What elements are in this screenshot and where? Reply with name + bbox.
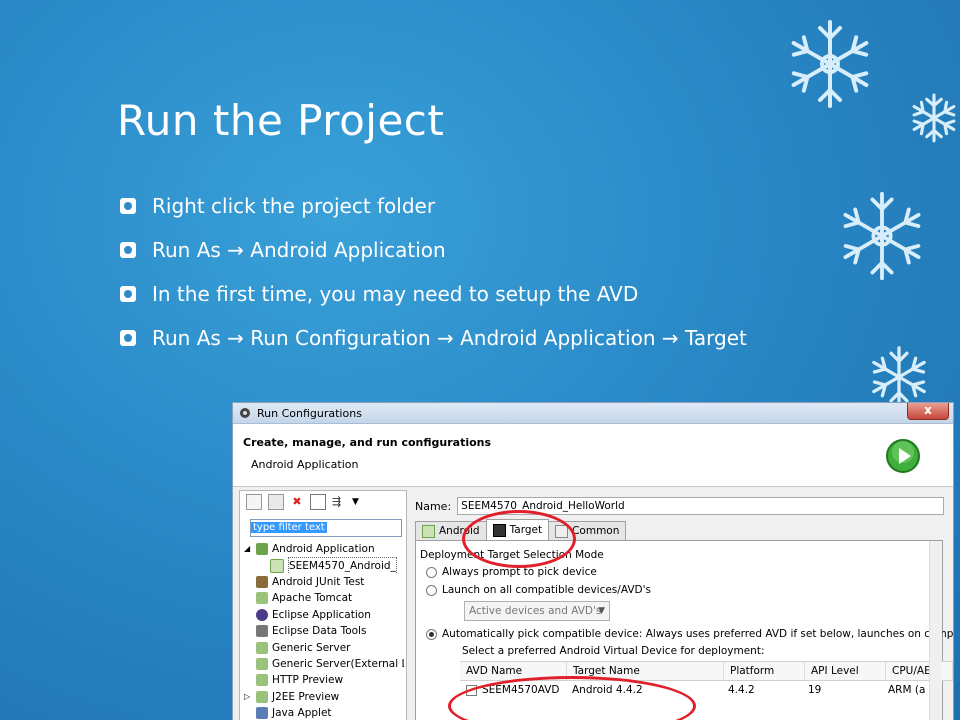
filter-text: type filter text	[251, 522, 327, 533]
bullet-item: In the first time, you may need to setup…	[118, 280, 818, 309]
database-icon	[256, 625, 268, 638]
dialog-header: Create, manage, and run configurations A…	[233, 424, 953, 487]
option-launch-all[interactable]: Launch on all compatible devices/AVD's	[426, 584, 651, 596]
bullet-item: Right click the project folder	[118, 192, 818, 221]
bullet-text: In the first time, you may need to setup…	[152, 282, 639, 306]
radio-button[interactable]	[426, 628, 437, 640]
run-configurations-dialog: Run Configurations x Create, manage, and…	[232, 402, 954, 720]
snowflake-icon	[838, 191, 926, 281]
radio-button[interactable]	[426, 584, 437, 596]
tree-item-label: J2EE Preview	[272, 690, 340, 703]
snowflake-icon	[908, 93, 960, 143]
bullet-text: Run As → Run Configuration → Android App…	[152, 326, 747, 350]
column-header[interactable]: API Level	[805, 662, 886, 680]
bullet-square-icon	[120, 242, 136, 258]
tree-item[interactable]: Android JUnit Test	[244, 574, 404, 590]
bullet-item: Run As → Android Application	[118, 236, 818, 265]
android-icon	[256, 543, 268, 556]
filter-input[interactable]: type filter text	[250, 519, 402, 537]
option-label: Automatically pick compatible device: Al…	[442, 628, 954, 640]
tree-item-label: Generic Server	[272, 641, 351, 654]
server-icon	[256, 674, 268, 687]
eclipse-gear-icon	[240, 408, 250, 418]
select-value: Active devices and AVD's	[469, 605, 602, 617]
chevron-down-icon: ▼	[598, 606, 605, 616]
server-icon	[256, 690, 268, 703]
config-icon	[270, 558, 284, 573]
tab-label: Common	[572, 525, 620, 537]
option-auto-pick[interactable]: Automatically pick compatible device: Al…	[426, 628, 954, 640]
bullet-square-icon	[120, 330, 136, 346]
duplicate-config-icon[interactable]	[268, 494, 284, 510]
tree-item-label: HTTP Preview	[272, 674, 344, 687]
tree-item[interactable]: HTTP Preview	[244, 672, 404, 688]
server-icon	[256, 657, 268, 670]
configuration-tree: ◢ Android Application SEEM4570_Android_ A…	[244, 541, 404, 720]
delete-config-icon[interactable]: ✖	[290, 495, 304, 509]
tree-item-label: Eclipse Data Tools	[272, 625, 367, 638]
tree-item[interactable]: Java Applet	[244, 705, 404, 720]
header-title: Create, manage, and run configurations	[243, 436, 492, 449]
tree-item[interactable]: Apache Tomcat	[244, 590, 404, 606]
chevron-down-icon[interactable]: ▼	[352, 495, 366, 509]
option-label: Launch on all compatible devices/AVD's	[442, 584, 651, 596]
tree-item-label: Generic Server(External L	[272, 657, 404, 670]
junit-icon	[256, 575, 268, 588]
snowflake-icon	[786, 20, 874, 108]
slide: Run the Project Right click the project …	[0, 0, 960, 720]
run-icon	[886, 439, 920, 473]
slide-title: Run the Project	[117, 96, 445, 145]
column-header[interactable]: CPU/AE	[886, 662, 953, 680]
tree-item[interactable]: SEEM4570_Android_	[244, 557, 404, 574]
header-subtitle: Android Application	[251, 458, 359, 471]
tree-item[interactable]: Eclipse Application	[244, 607, 404, 623]
bullet-item: Run As → Run Configuration → Android App…	[118, 324, 818, 353]
snowflake-icon	[868, 346, 930, 408]
dialog-titlebar: Run Configurations x	[233, 403, 953, 424]
new-config-icon[interactable]	[246, 494, 262, 510]
filter-icon[interactable]: ⇶	[332, 495, 346, 509]
java-icon	[256, 707, 268, 720]
column-header[interactable]: Platform	[724, 662, 805, 680]
avd-prompt: Select a preferred Android Virtual Devic…	[462, 645, 765, 657]
tree-toolbar: ✖ ⇶ ▼	[240, 491, 406, 513]
tree-item[interactable]: Generic Server(External L	[244, 656, 404, 672]
tomcat-icon	[256, 592, 268, 605]
bullet-square-icon	[120, 286, 136, 302]
radio-button[interactable]	[426, 566, 437, 578]
bullet-text: Run As → Android Application	[152, 238, 446, 262]
tree-item-label: Apache Tomcat	[272, 592, 353, 605]
configuration-tree-pane: ✖ ⇶ ▼ type filter text ◢ Android Applicat…	[239, 490, 407, 720]
bullet-square-icon	[120, 198, 136, 214]
table-cell: 4.4.2	[728, 684, 755, 696]
tree-item[interactable]: Eclipse Data Tools	[244, 623, 404, 639]
tree-item-label: Android JUnit Test	[272, 575, 365, 588]
tree-item[interactable]: Generic Server	[244, 639, 404, 655]
tree-item[interactable]: ◢ Android Application	[244, 541, 404, 557]
tree-item-label: Android Application	[272, 543, 375, 556]
name-label: Name:	[415, 499, 452, 513]
tree-item-label: Eclipse Application	[272, 608, 371, 621]
tree-item-label: SEEM4570_Android_	[288, 557, 397, 574]
server-icon	[256, 641, 268, 654]
table-cell: 19	[808, 684, 822, 696]
bullet-list: Right click the project folder Run As → …	[118, 192, 818, 368]
close-button[interactable]: x	[907, 403, 949, 420]
device-select[interactable]: Active devices and AVD's ▼	[464, 601, 610, 621]
window-title: Run Configurations	[257, 406, 362, 420]
tree-item[interactable]: ▷ J2EE Preview	[244, 689, 404, 705]
vertical-scrollbar[interactable]	[929, 541, 942, 720]
android-icon	[422, 524, 435, 538]
collapse-all-icon[interactable]	[310, 494, 326, 510]
highlight-ring-target-tab	[462, 510, 576, 568]
tree-item-label: Java Applet	[272, 707, 332, 720]
bullet-text: Right click the project folder	[152, 194, 436, 218]
eclipse-icon	[256, 608, 268, 621]
